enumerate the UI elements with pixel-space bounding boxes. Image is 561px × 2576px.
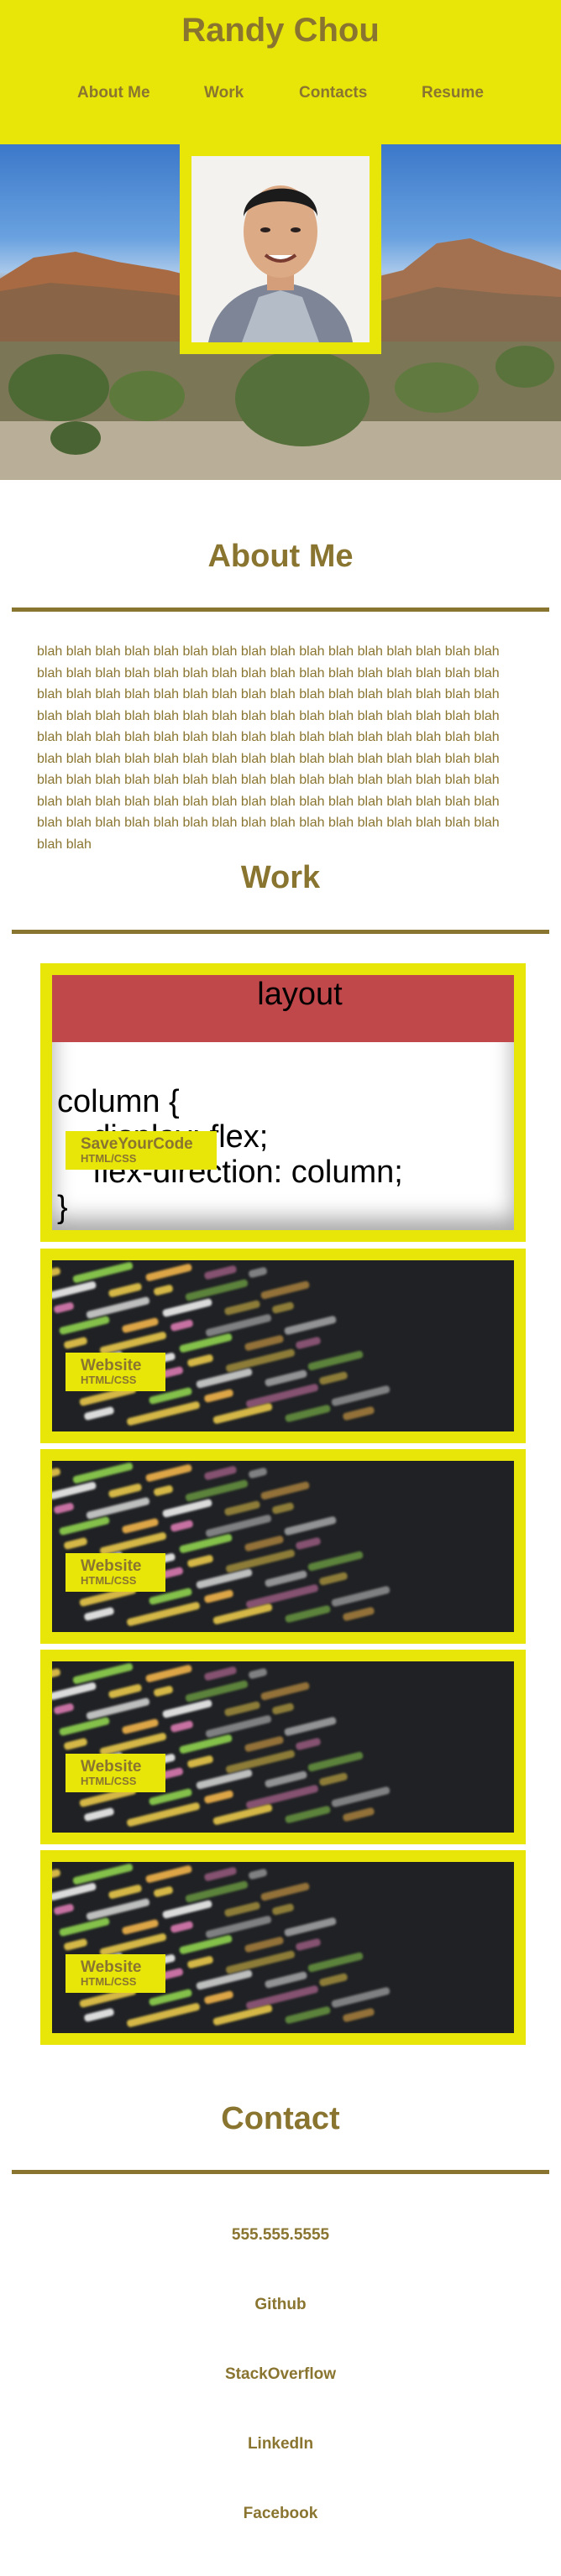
about-text: blah blah blah blah blah blah blah blah … (37, 644, 500, 852)
code-screenshot-image (52, 1260, 514, 1431)
site-title: Randy Chou (181, 12, 380, 49)
project-card-website-1[interactable]: Website HTML/CSS (40, 1249, 526, 1443)
screenshot-title: layout (257, 977, 343, 1012)
project-label: Website HTML/CSS (66, 1754, 165, 1792)
hero-banner (0, 144, 561, 480)
contact-divider (12, 2170, 549, 2174)
site-header: Randy Chou About Me Work Contacts Resume (0, 0, 561, 144)
contact-phone[interactable]: 555.555.5555 (0, 2226, 561, 2245)
about-divider (12, 607, 549, 612)
project-tag: HTML/CSS (81, 1574, 137, 1587)
profile-photo (191, 156, 370, 342)
contact-facebook[interactable]: Facebook (0, 2505, 561, 2523)
contact-linkedin[interactable]: LinkedIn (0, 2435, 561, 2453)
project-name: Website (81, 1958, 142, 1976)
code-screenshot-image (52, 1862, 514, 2033)
project-card-website-4[interactable]: Website HTML/CSS (40, 1850, 526, 2045)
nav-resume[interactable]: Resume (422, 84, 484, 102)
project-label: Website HTML/CSS (66, 1954, 165, 1993)
project-label: Website HTML/CSS (66, 1553, 165, 1592)
contact-stackoverflow[interactable]: StackOverflow (0, 2365, 561, 2384)
contact-github[interactable]: Github (0, 2296, 561, 2314)
project-tag: HTML/CSS (81, 1152, 137, 1165)
nav-contacts[interactable]: Contacts (299, 84, 367, 102)
project-tag: HTML/CSS (81, 1975, 137, 1988)
project-label: Website HTML/CSS (66, 1353, 165, 1391)
project-screenshot: layout column { display: flex; flex-dire… (52, 975, 514, 1230)
portrait-frame (180, 144, 381, 354)
project-name: SaveYourCode (81, 1135, 193, 1153)
contact-heading: Contact (221, 2101, 340, 2136)
code-screenshot-image (52, 1661, 514, 1833)
project-card-website-3[interactable]: Website HTML/CSS (40, 1650, 526, 1844)
project-tag: HTML/CSS (81, 1374, 137, 1386)
project-tag: HTML/CSS (81, 1775, 137, 1787)
project-name: Website (81, 1357, 142, 1374)
code-screenshot-image (52, 1461, 514, 1632)
project-label: SaveYourCode HTML/CSS (66, 1131, 217, 1170)
work-heading: Work (240, 860, 321, 895)
main-nav: About Me Work Contacts Resume (0, 84, 561, 107)
project-name: Website (81, 1758, 142, 1776)
nav-about-me[interactable]: About Me (77, 84, 150, 102)
work-divider (12, 930, 549, 934)
project-name: Website (81, 1557, 142, 1575)
project-card-website-2[interactable]: Website HTML/CSS (40, 1449, 526, 1644)
nav-work[interactable]: Work (204, 84, 244, 102)
project-card-saveyourcode[interactable]: layout column { display: flex; flex-dire… (40, 963, 526, 1242)
about-heading: About Me (207, 539, 354, 574)
